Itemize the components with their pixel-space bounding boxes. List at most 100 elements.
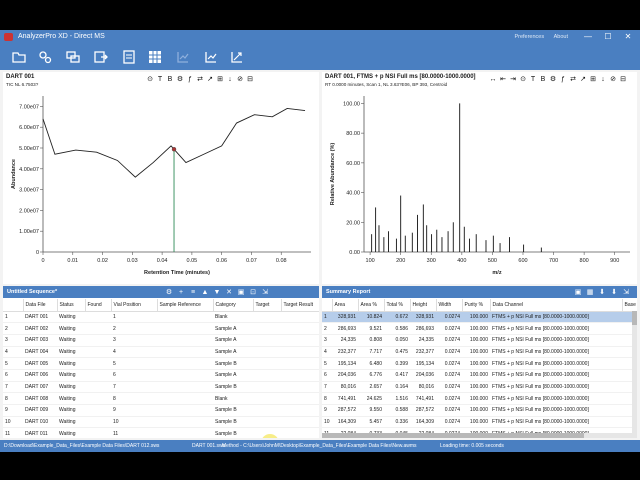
settings-icon[interactable] xyxy=(38,50,52,64)
summary-tool-0[interactable]: ▣ xyxy=(572,288,584,296)
summary-tool-2[interactable]: ⬇ xyxy=(596,288,608,296)
sequence-cell[interactable]: DART 007 xyxy=(23,381,57,394)
sequence-cell[interactable]: Sample B xyxy=(213,381,253,394)
sequence-cell[interactable]: 5 xyxy=(111,357,157,370)
trend-icon[interactable] xyxy=(230,50,244,64)
summary-cell[interactable]: 0.0274 xyxy=(436,334,462,347)
summary-cell[interactable]: 0.0274 xyxy=(436,357,462,370)
summary-cell[interactable]: 287,572 xyxy=(410,404,436,417)
summary-tool-4[interactable]: ⇲ xyxy=(620,288,632,296)
sequence-cell[interactable]: Waiting xyxy=(57,427,85,438)
sequence-col-header[interactable]: Sample Reference xyxy=(157,299,214,312)
sequence-col-header[interactable]: Target xyxy=(253,299,282,312)
summary-cell[interactable]: 9.550 xyxy=(358,404,384,417)
sequence-cell[interactable] xyxy=(281,404,319,417)
chromatogram-tool-3[interactable]: ⚙ xyxy=(175,75,185,83)
sequence-col-header[interactable]: Status xyxy=(57,299,86,312)
sequence-tool-1[interactable]: + xyxy=(175,289,187,296)
sequence-cell[interactable] xyxy=(157,334,213,347)
report-icon[interactable] xyxy=(122,50,136,64)
sequence-cell[interactable]: Sample B xyxy=(213,416,253,429)
summary-cell[interactable]: 5 xyxy=(322,357,332,370)
sequence-cell[interactable]: DART 011 xyxy=(23,427,57,438)
sequence-col-header[interactable]: Category xyxy=(213,299,254,312)
summary-col-header[interactable]: Area xyxy=(332,299,359,312)
spectrum-tool-12[interactable]: ⊘ xyxy=(608,75,618,83)
summary-cell[interactable]: 0.0274 xyxy=(436,322,462,335)
sequence-cell[interactable]: Waiting xyxy=(57,322,85,335)
sequence-cell[interactable]: DART 010 xyxy=(23,416,57,429)
summary-cell[interactable]: 9.521 xyxy=(358,322,384,335)
summary-cell[interactable]: 232,377 xyxy=(410,346,436,359)
sequence-cell[interactable] xyxy=(281,427,319,438)
spectrum-tool-11[interactable]: ↓ xyxy=(598,76,608,83)
sequence-cell[interactable] xyxy=(281,322,319,335)
sequence-cell[interactable]: 1 xyxy=(111,311,157,324)
summary-cell[interactable]: 286,693 xyxy=(332,322,358,335)
chromatogram-tool-4[interactable]: ƒ xyxy=(185,76,195,83)
maximize-button[interactable]: ☐ xyxy=(600,31,616,43)
sequence-cell[interactable]: DART 006 xyxy=(23,369,57,382)
sequence-cell[interactable] xyxy=(253,346,281,359)
sequence-cell[interactable] xyxy=(253,416,281,429)
sequence-cell[interactable]: Sample A xyxy=(213,369,253,382)
summary-col-header[interactable]: Width xyxy=(436,299,463,312)
summary-cell[interactable]: 100.000 xyxy=(462,369,490,382)
summary-tool-1[interactable]: ▦ xyxy=(584,288,596,296)
sequence-cell[interactable]: 5 xyxy=(3,357,23,370)
chromatogram-tool-9[interactable]: ⊘ xyxy=(235,75,245,83)
sequence-tool-7[interactable]: ⊡ xyxy=(247,288,259,296)
about-link[interactable]: About xyxy=(554,34,568,40)
summary-tool-3[interactable]: ⬇ xyxy=(608,288,620,296)
summary-cell[interactable]: 0.0274 xyxy=(436,311,462,324)
sequence-row[interactable]: 2 DART 002 Waiting 2 Sample A xyxy=(3,322,319,335)
summary-cell[interactable]: 0.0274 xyxy=(436,369,462,382)
chromatogram-chart[interactable]: 0 1.00e07 2.00e07 3.00e07 4.00e07 5.00e07 6.00… xyxy=(3,90,319,284)
summary-cell[interactable]: 6 xyxy=(322,369,332,382)
summary-cell[interactable]: 0.336 xyxy=(384,416,410,429)
sequence-cell[interactable] xyxy=(85,334,111,347)
sequence-tool-0[interactable]: ⚙ xyxy=(163,288,175,296)
summary-cell[interactable]: FTMS + p NSI Full ms [80.0000-1000.0000] xyxy=(490,416,622,429)
sequence-cell[interactable] xyxy=(85,311,111,324)
spectrum-tool-2[interactable]: ⇥ xyxy=(508,75,518,83)
sequence-cell[interactable] xyxy=(157,357,213,370)
sequence-tool-4[interactable]: ▼ xyxy=(211,289,223,296)
sequence-cell[interactable] xyxy=(85,392,111,405)
sequence-cell[interactable] xyxy=(281,392,319,405)
sequence-cell[interactable]: DART 005 xyxy=(23,357,57,370)
chromatogram-tool-2[interactable]: B xyxy=(165,76,175,83)
sequence-cell[interactable] xyxy=(157,427,213,438)
sequence-cell[interactable] xyxy=(253,392,281,405)
sequence-cell[interactable]: DART 009 xyxy=(23,404,57,417)
sequence-row[interactable]: 8 DART 008 Waiting 8 Blank xyxy=(3,392,319,405)
sequence-cell[interactable]: DART 008 xyxy=(23,392,57,405)
spectrum-tool-6[interactable]: ⚙ xyxy=(548,75,558,83)
summary-cell[interactable]: 287,572 xyxy=(332,404,358,417)
summary-cell[interactable]: FTMS + p NSI Full ms [80.0000-1000.0000] xyxy=(490,369,622,382)
summary-row[interactable]: 4 232,377 7.717 0.475 232,377 0.0274 100.000 FT… xyxy=(322,346,637,359)
sequence-tool-2[interactable]: ≡ xyxy=(187,289,199,296)
summary-cell[interactable]: 0.164 xyxy=(384,381,410,394)
sequence-cell[interactable] xyxy=(281,346,319,359)
sequence-cell[interactable] xyxy=(281,334,319,347)
summary-cell[interactable]: 0.586 xyxy=(384,322,410,335)
summary-cell[interactable]: 164,309 xyxy=(332,416,358,429)
summary-col-header[interactable]: Data Channel xyxy=(490,299,623,312)
sequence-cell[interactable]: 6 xyxy=(3,369,23,382)
sequence-col-header[interactable] xyxy=(3,299,24,312)
sequence-cell[interactable]: Blank xyxy=(213,311,253,324)
sequence-cell[interactable] xyxy=(253,404,281,417)
summary-cell[interactable]: 232,377 xyxy=(332,346,358,359)
summary-cell[interactable]: 3 xyxy=(322,334,332,347)
summary-cell[interactable]: 1 xyxy=(322,311,332,324)
summary-cell[interactable]: 100.000 xyxy=(462,381,490,394)
export-icon[interactable] xyxy=(94,50,108,64)
summary-cell[interactable]: 8 xyxy=(322,392,332,405)
sequence-cell[interactable] xyxy=(157,369,213,382)
summary-cell[interactable]: 24.625 xyxy=(358,392,384,405)
summary-cell[interactable]: 0.050 xyxy=(384,334,410,347)
sequence-cell[interactable]: 6 xyxy=(111,369,157,382)
sequence-cell[interactable] xyxy=(157,381,213,394)
spectrum-tool-5[interactable]: B xyxy=(538,76,548,83)
